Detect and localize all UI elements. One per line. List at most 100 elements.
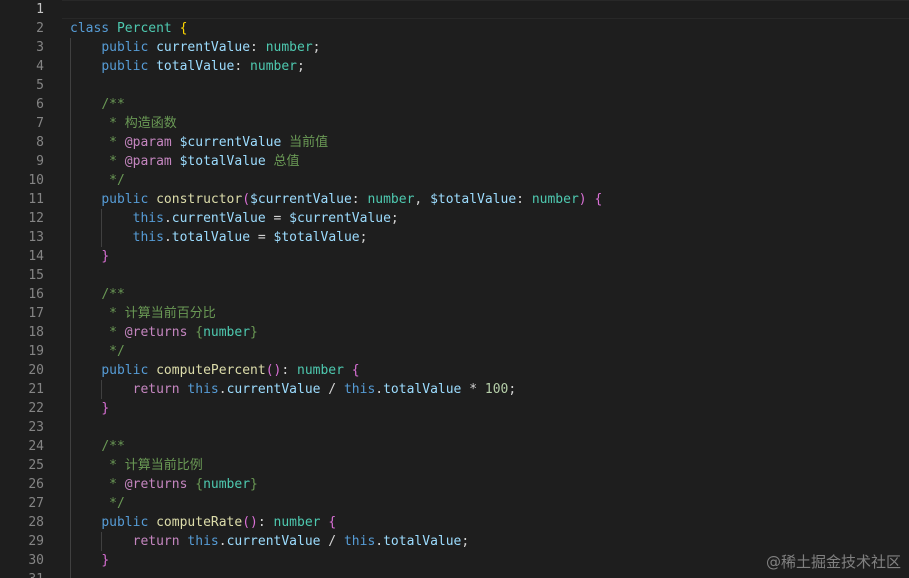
code-line[interactable]: 10 */: [0, 171, 909, 190]
line-number: 4: [36, 59, 44, 74]
code-line[interactable]: 21 return this.currentValue / this.total…: [0, 380, 909, 399]
code-token: @param: [124, 154, 180, 169]
code-text: public currentValue: number;: [70, 38, 320, 57]
code-line[interactable]: 14 }: [0, 247, 909, 266]
code-token: }: [101, 553, 110, 568]
line-number: 2: [36, 21, 44, 36]
code-line[interactable]: 13 this.totalValue = $totalValue;: [0, 228, 909, 247]
code-token: $totalValue: [273, 230, 360, 245]
code-line[interactable]: 6 /**: [0, 95, 909, 114]
code-token: .: [163, 211, 172, 226]
code-token: */: [109, 344, 125, 359]
code-token: * 计算当前比例: [109, 458, 203, 473]
code-token: @returns: [124, 325, 196, 340]
code-token: currentValue: [156, 40, 251, 55]
code-token: number: [367, 192, 415, 207]
code-line[interactable]: 1: [0, 0, 909, 19]
code-text: return this.currentValue / this.totalVal…: [70, 380, 517, 399]
code-token: :: [250, 40, 266, 55]
code-line[interactable]: 11 public constructor($currentValue: num…: [0, 190, 909, 209]
code-text: */: [70, 171, 125, 190]
code-token: .: [218, 382, 227, 397]
code-line[interactable]: 15: [0, 266, 909, 285]
code-editor[interactable]: 1 2 class Percent {3 public currentValue: …: [0, 0, 909, 578]
code-line[interactable]: 26 * @returns {number}: [0, 475, 909, 494]
code-token: /**: [101, 439, 125, 454]
code-token: .: [375, 534, 384, 549]
code-line[interactable]: 24 /**: [0, 437, 909, 456]
code-line[interactable]: 12 this.currentValue = $currentValue;: [0, 209, 909, 228]
code-token: this: [187, 534, 219, 549]
code-line[interactable]: 22 }: [0, 399, 909, 418]
code-line[interactable]: 5: [0, 76, 909, 95]
code-token: totalValue: [383, 382, 462, 397]
code-token: number: [203, 325, 251, 340]
code-text: */: [70, 494, 125, 513]
code-token: Percent: [116, 21, 180, 36]
indent-guide: [70, 570, 71, 578]
code-token: ;: [312, 40, 321, 55]
line-number: 15: [28, 268, 44, 283]
line-number: 3: [36, 40, 44, 55]
code-token: $currentValue: [250, 192, 352, 207]
code-text: }: [70, 247, 109, 266]
code-line[interactable]: 29 return this.currentValue / this.total…: [0, 532, 909, 551]
code-token: public: [101, 59, 157, 74]
code-text: public constructor($currentValue: number…: [70, 190, 602, 209]
code-line[interactable]: 8 * @param $currentValue 当前值: [0, 133, 909, 152]
code-token: }: [250, 325, 258, 340]
code-token: 总值: [273, 154, 300, 169]
code-text: * @param $totalValue 总值: [70, 152, 300, 171]
code-token: {: [594, 192, 603, 207]
code-line[interactable]: 28 public computeRate(): number {: [0, 513, 909, 532]
code-line[interactable]: 20 public computePercent(): number {: [0, 361, 909, 380]
code-token: number: [250, 59, 298, 74]
code-line[interactable]: 9 * @param $totalValue 总值: [0, 152, 909, 171]
line-number: 12: [28, 211, 44, 226]
line-number: 16: [28, 287, 44, 302]
line-number: 13: [28, 230, 44, 245]
code-text: public computeRate(): number {: [70, 513, 336, 532]
code-token: public: [101, 515, 157, 530]
line-number: 14: [28, 249, 44, 264]
code-token: }: [101, 401, 110, 416]
code-text: * 计算当前百分比: [70, 304, 216, 323]
code-line[interactable]: 17 * 计算当前百分比: [0, 304, 909, 323]
code-line[interactable]: 25 * 计算当前比例: [0, 456, 909, 475]
line-number: 24: [28, 439, 44, 454]
code-token: @returns: [124, 477, 196, 492]
code-text: /**: [70, 95, 125, 114]
code-line[interactable]: 7 * 构造函数: [0, 114, 909, 133]
code-text: * 构造函数: [70, 114, 177, 133]
code-text: }: [70, 551, 109, 570]
code-token: class: [70, 21, 117, 36]
code-line[interactable]: 3 public currentValue: number;: [0, 38, 909, 57]
code-line[interactable]: 18 * @returns {number}: [0, 323, 909, 342]
code-token: currentValue: [226, 534, 321, 549]
code-token: public: [101, 192, 157, 207]
code-token: public: [101, 363, 157, 378]
code-line[interactable]: 4 public totalValue: number;: [0, 57, 909, 76]
code-line[interactable]: 2 class Percent {: [0, 19, 909, 38]
line-number: 21: [28, 382, 44, 397]
code-token: /**: [101, 97, 125, 112]
code-token: ;: [390, 211, 399, 226]
code-token: =: [265, 211, 290, 226]
code-line[interactable]: 19 */: [0, 342, 909, 361]
code-line[interactable]: 23: [0, 418, 909, 437]
code-line[interactable]: 27 */: [0, 494, 909, 513]
code-text: return this.currentValue / this.totalVal…: [70, 532, 470, 551]
code-token: .: [218, 534, 227, 549]
code-token: * 构造函数: [109, 116, 177, 131]
code-token: return: [132, 534, 188, 549]
code-text: /**: [70, 285, 124, 304]
code-line[interactable]: 16 /**: [0, 285, 909, 304]
